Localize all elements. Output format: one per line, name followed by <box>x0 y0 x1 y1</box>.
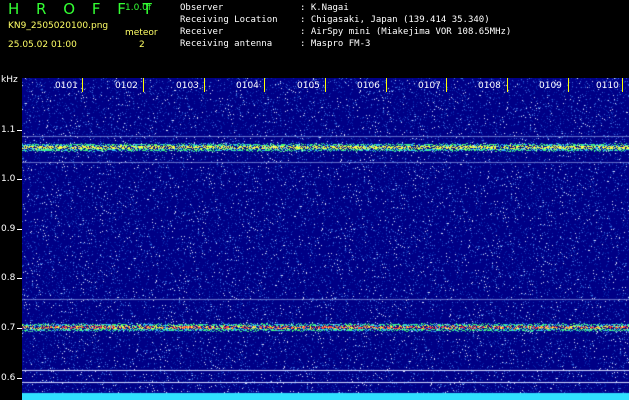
meteor-label: meteor <box>125 28 158 38</box>
datetime-label: 25.05.02 01:00 <box>8 40 77 50</box>
x-tick-mark <box>568 78 569 92</box>
y-tick-mark <box>17 378 22 379</box>
hrofft-window: H R O F F T 1.0.0f KN9_2505020100.png me… <box>0 0 629 400</box>
x-tick-label: 0104 <box>236 81 259 91</box>
x-tick-mark <box>386 78 387 92</box>
x-tick-label: 0107 <box>418 81 441 91</box>
x-tick-label: 0106 <box>357 81 380 91</box>
y-tick-mark <box>17 328 22 329</box>
y-tick-mark <box>17 278 22 279</box>
observer-label: Observer <box>180 3 224 13</box>
x-tick-label: 0105 <box>297 81 320 91</box>
spectrogram-waterfall <box>22 78 629 400</box>
antenna-value: : Maspro FM-3 <box>300 39 371 49</box>
y-axis: kHz 1.1 1.0 0.9 0.8 0.7 0.6 <box>0 70 22 400</box>
spectrogram-canvas <box>22 78 629 400</box>
y-tick-label: 1.0 <box>1 174 16 184</box>
y-tick-label: 0.8 <box>1 273 16 283</box>
x-tick-label: 0103 <box>176 81 199 91</box>
x-tick-mark <box>507 78 508 92</box>
x-tick-mark <box>82 78 83 92</box>
x-tick-label: 0109 <box>539 81 562 91</box>
y-tick-label: 1.1 <box>1 125 16 135</box>
y-tick-label: 0.6 <box>1 373 16 383</box>
location-label: Receiving Location <box>180 15 278 25</box>
antenna-label: Receiving antenna <box>180 39 273 49</box>
x-tick-label: 0101 <box>55 81 78 91</box>
receiver-value: : AirSpy mini (Miakejima VOR 108.65MHz) <box>300 27 512 37</box>
x-tick-mark <box>446 78 447 92</box>
x-tick-mark <box>325 78 326 92</box>
y-tick-label: 0.9 <box>1 224 16 234</box>
y-tick-mark <box>17 179 22 180</box>
observer-value: : K.Nagai <box>300 3 349 13</box>
y-tick-mark <box>17 229 22 230</box>
version-label: 1.0.0f <box>125 3 152 13</box>
meteor-count: 2 <box>139 40 145 50</box>
x-tick-mark <box>622 78 623 92</box>
x-tick-label: 0110 <box>596 81 619 91</box>
x-tick-mark <box>264 78 265 92</box>
location-value: : Chigasaki, Japan (139.414 35.340) <box>300 15 490 25</box>
y-unit-label: kHz <box>1 75 18 85</box>
y-tick-label: 0.7 <box>1 323 16 333</box>
x-tick-label: 0102 <box>115 81 138 91</box>
filename-label: KN9_2505020100.png <box>8 21 109 31</box>
x-tick-mark <box>143 78 144 92</box>
y-tick-mark <box>17 130 22 131</box>
receiver-label: Receiver <box>180 27 224 37</box>
x-tick-label: 0108 <box>478 81 501 91</box>
x-tick-mark <box>204 78 205 92</box>
